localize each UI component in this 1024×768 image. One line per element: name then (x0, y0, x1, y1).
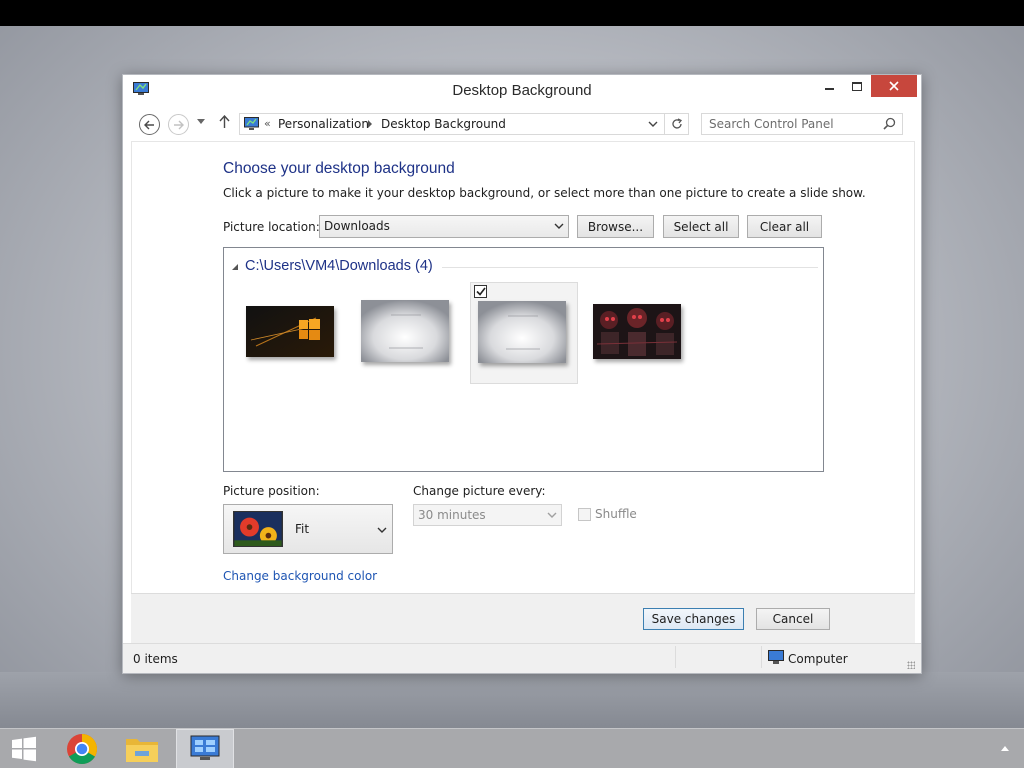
select-all-button[interactable]: Select all (663, 215, 739, 238)
refresh-button[interactable] (665, 113, 689, 135)
start-button[interactable] (0, 729, 48, 768)
chevron-down-icon (547, 512, 557, 518)
breadcrumb-separator-icon[interactable] (368, 120, 372, 128)
status-item-count: 0 items (133, 652, 178, 666)
chrome-icon (67, 733, 97, 765)
red-robots-thumbnail (593, 304, 681, 359)
picture-tile-windows-logo[interactable] (238, 282, 346, 384)
chevron-down-icon (554, 223, 564, 229)
search-icon[interactable] (883, 117, 896, 130)
picture-location-value: Downloads (324, 219, 390, 233)
cancel-button[interactable]: Cancel (756, 608, 830, 630)
flower-preview-icon (233, 511, 283, 547)
title-bar[interactable]: Desktop Background (123, 75, 921, 105)
recent-locations-dropdown-icon[interactable] (197, 119, 205, 125)
status-location: Computer (788, 652, 848, 666)
refresh-icon (671, 118, 682, 129)
picture-position-label: Picture position: (223, 484, 320, 498)
picture-tile-silver-light-2[interactable] (470, 282, 578, 384)
close-button[interactable] (871, 75, 917, 97)
picture-location-label: Picture location: (223, 220, 320, 234)
maximize-button[interactable] (843, 75, 871, 97)
chevron-down-icon[interactable] (648, 118, 658, 130)
status-bar: 0 items Computer (123, 643, 921, 673)
maximize-icon (852, 81, 862, 91)
group-divider (442, 267, 818, 268)
address-bar[interactable]: « Personalization Desktop Background (239, 113, 665, 135)
browse-button[interactable]: Browse... (577, 215, 654, 238)
page-title: Choose your desktop background (223, 160, 455, 177)
change-picture-interval-value: 30 minutes (418, 508, 486, 522)
change-picture-every-label: Change picture every: (413, 484, 546, 498)
clear-all-button[interactable]: Clear all (747, 215, 822, 238)
windows-logo-thumbnail (246, 306, 334, 357)
picture-position-dropdown[interactable]: Fit (223, 504, 393, 554)
close-icon (889, 81, 899, 91)
control-panel-icon (244, 117, 259, 130)
forward-button[interactable] (168, 114, 189, 135)
desktop-background-window: Desktop Background « Personalization Des… (122, 74, 922, 674)
back-arrow-icon (144, 120, 154, 129)
picture-checkbox[interactable] (474, 285, 487, 298)
silver-light-thumbnail (361, 300, 449, 362)
show-hidden-icons-icon[interactable] (1001, 746, 1009, 751)
search-box[interactable] (701, 113, 903, 135)
picture-gallery[interactable]: C:\Users\VM4\Downloads (4) (223, 247, 824, 472)
page-description: Click a picture to make it your desktop … (223, 186, 866, 200)
minimize-icon (824, 88, 834, 90)
main-content: Choose your desktop background Click a p… (131, 141, 915, 593)
back-button[interactable] (139, 114, 160, 135)
minimize-button[interactable] (815, 75, 843, 97)
address-overflow-icon[interactable]: « (264, 117, 271, 130)
shuffle-label: Shuffle (595, 507, 637, 521)
picture-tile-red-robots[interactable] (586, 282, 694, 384)
chevron-down-icon (377, 527, 387, 533)
taskbar-file-explorer[interactable] (116, 729, 168, 768)
taskbar-chrome[interactable] (56, 729, 108, 768)
picture-position-value: Fit (295, 522, 310, 536)
computer-icon (768, 650, 784, 664)
control-panel-icon (190, 735, 220, 760)
picture-location-dropdown[interactable]: Downloads (319, 215, 569, 238)
taskbar-control-panel[interactable] (176, 729, 234, 768)
group-header[interactable]: C:\Users\VM4\Downloads (4) (245, 258, 433, 274)
navigation-bar: « Personalization Desktop Background (123, 109, 921, 139)
picture-tile-silver-light-1[interactable] (354, 282, 462, 384)
status-divider (761, 646, 762, 668)
folder-icon (126, 739, 158, 762)
collapse-group-icon[interactable] (232, 264, 238, 270)
forward-arrow-icon (174, 120, 184, 129)
taskbar (0, 728, 1024, 768)
breadcrumb-desktop-background[interactable]: Desktop Background (381, 117, 506, 131)
change-picture-interval-dropdown[interactable]: 30 minutes (413, 504, 562, 526)
search-input[interactable] (702, 114, 878, 134)
change-background-color-link[interactable]: Change background color (223, 569, 377, 583)
up-arrow-icon[interactable] (219, 115, 230, 129)
save-changes-button[interactable]: Save changes (643, 608, 744, 630)
status-divider (675, 646, 676, 668)
dialog-footer: Save changes Cancel (131, 593, 915, 643)
windows-start-icon (12, 736, 36, 762)
silver-light-thumbnail (478, 301, 566, 363)
window-title: Desktop Background (452, 82, 592, 99)
breadcrumb-personalization[interactable]: Personalization (278, 117, 369, 131)
resize-grip-icon[interactable] (907, 661, 915, 669)
shuffle-checkbox[interactable] (578, 508, 591, 521)
checkmark-icon (475, 287, 486, 296)
